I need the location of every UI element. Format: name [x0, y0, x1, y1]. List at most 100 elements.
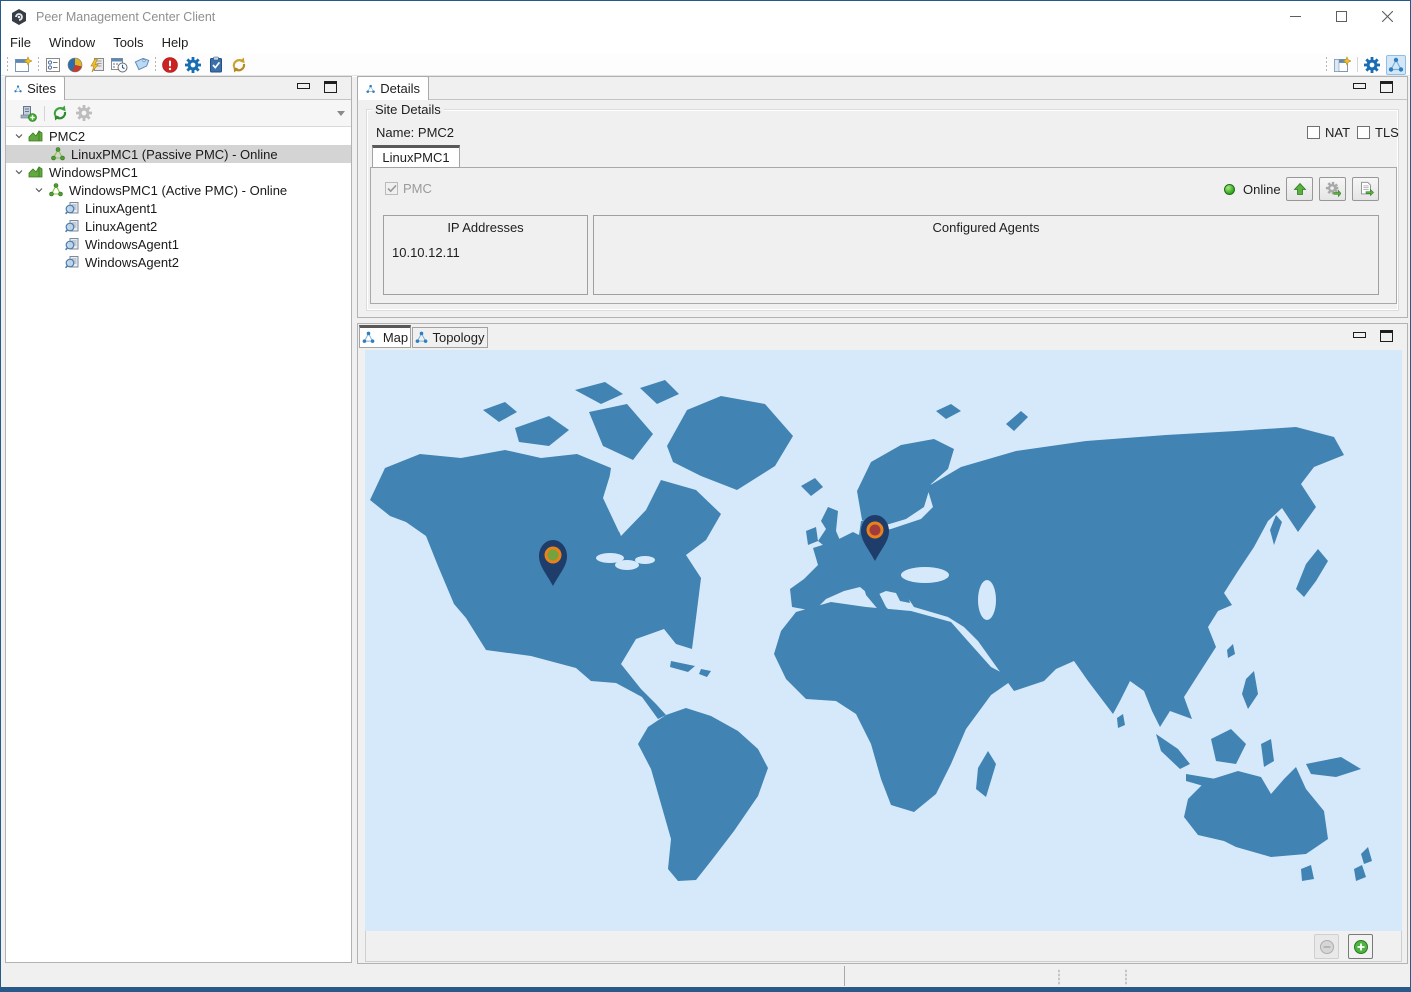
refresh-button[interactable] [50, 103, 70, 123]
maximize-button[interactable] [1318, 1, 1364, 32]
perspective-gear-button[interactable] [1362, 55, 1382, 75]
site-details-group-title: Site Details [372, 102, 444, 117]
tab-topology[interactable]: Topology [412, 327, 488, 348]
edit-configuration-button[interactable] [1319, 177, 1346, 201]
toolbar-grip [154, 56, 157, 73]
schedule-button[interactable] [109, 55, 129, 75]
tls-checkbox[interactable]: TLS [1357, 125, 1399, 140]
menu-help[interactable]: Help [153, 33, 198, 52]
tab-linuxpmc1[interactable]: LinuxPMC1 [372, 145, 460, 168]
new-window-button[interactable] [13, 55, 33, 75]
tree-row-windowsagent2[interactable]: WindowsAgent2 [6, 253, 351, 271]
add-site-icon [20, 106, 37, 122]
menu-window[interactable]: Window [40, 33, 104, 52]
tab-sites[interactable]: Sites [5, 76, 65, 100]
zoom-in-icon [1353, 939, 1368, 954]
ip-addresses-box[interactable]: IP Addresses 10.10.12.11 [383, 215, 588, 295]
nat-checkbox[interactable]: NAT [1307, 125, 1350, 140]
sites-minimize-icon[interactable] [297, 83, 310, 89]
tab-details[interactable]: Details [357, 76, 429, 100]
map-footer [365, 931, 1402, 962]
tag-button[interactable] [131, 55, 151, 75]
zoom-out-button[interactable] [1314, 934, 1339, 959]
pmc-checkbox[interactable]: PMC [385, 181, 432, 196]
menu-file[interactable]: File [1, 33, 40, 52]
sync-button[interactable] [229, 55, 249, 75]
tree-label: LinuxAgent1 [85, 200, 158, 216]
menubar: File Window Tools Help [1, 32, 1410, 53]
tree-label: LinuxAgent2 [85, 218, 158, 234]
pmc-checkbox-label: PMC [403, 181, 432, 196]
open-perspective-icon [1334, 56, 1351, 72]
view-list-button[interactable] [43, 55, 63, 75]
tab-topology-label: Topology [432, 330, 485, 345]
toolbar-separator [44, 106, 45, 121]
gear-disabled-icon [76, 105, 92, 121]
details-minimize-icon[interactable] [1353, 83, 1366, 89]
tree-row-linuxpmc1[interactable]: LinuxPMC1 (Passive PMC) - Online [6, 145, 351, 163]
expander-icon[interactable] [14, 167, 24, 177]
map-maximize-icon[interactable] [1380, 330, 1393, 342]
tab-map-label: Map [382, 330, 409, 345]
clipboard-check-icon [210, 56, 222, 73]
ip-addresses-header: IP Addresses [447, 220, 524, 235]
map-minimize-icon[interactable] [1353, 332, 1366, 338]
view-menu-button[interactable] [331, 103, 351, 123]
toolbar-separator [1357, 57, 1358, 72]
site-icon [28, 130, 43, 142]
minimize-button[interactable] [1272, 1, 1318, 32]
status-divider [844, 966, 845, 986]
ip-address-value: 10.10.12.11 [392, 245, 460, 260]
tab-details-label: Details [380, 81, 420, 96]
sites-maximize-icon[interactable] [324, 81, 337, 93]
tls-checkbox-label: TLS [1375, 125, 1399, 140]
gear-icon [1364, 57, 1380, 73]
tag-icon [134, 57, 150, 71]
network-triangle-icon [362, 331, 375, 343]
expander-icon[interactable] [14, 131, 24, 141]
export-log-button[interactable] [1352, 177, 1379, 201]
main-toolbar [1, 53, 1410, 76]
toolbar-grip [6, 56, 9, 73]
details-maximize-icon[interactable] [1380, 81, 1393, 93]
status-bar [1, 964, 1410, 989]
expander-icon[interactable] [34, 185, 44, 195]
titlebar: Peer Management Center Client [1, 1, 1410, 32]
minimize-icon [1289, 16, 1301, 17]
tree-row-linuxagent2[interactable]: LinuxAgent2 [6, 217, 351, 235]
zoom-in-button[interactable] [1348, 934, 1373, 959]
view-list-icon [46, 58, 60, 72]
tree-row-windowsagent1[interactable]: WindowsAgent1 [6, 235, 351, 253]
status-grip [1058, 969, 1060, 985]
preferences-gear-button[interactable] [183, 55, 203, 75]
site-settings-button[interactable] [74, 103, 94, 123]
menu-tools[interactable]: Tools [104, 33, 152, 52]
nat-checkbox-box[interactable] [1307, 126, 1320, 139]
pmc-perspective-button[interactable] [1386, 55, 1406, 75]
tls-checkbox-box[interactable] [1357, 126, 1370, 139]
analytics-pie-button[interactable] [65, 55, 85, 75]
open-perspective-button[interactable] [1332, 55, 1352, 75]
app-window: Peer Management Center Client File Windo… [0, 0, 1411, 992]
window-bottom-border [1, 987, 1410, 991]
tree-label: WindowsAgent1 [85, 236, 179, 252]
details-view: Details Site Details Name: PMC2 NAT TLS … [357, 76, 1408, 318]
configured-agents-box[interactable]: Configured Agents [593, 215, 1379, 295]
world-map-svg [365, 350, 1402, 931]
details-tabbar: Details [357, 76, 1407, 100]
tasks-clipboard-button[interactable] [206, 55, 226, 75]
close-button[interactable] [1364, 1, 1410, 32]
tree-row-pmc2[interactable]: PMC2 [6, 127, 351, 145]
gear-icon [185, 57, 201, 73]
start-pmc-button[interactable] [1286, 177, 1313, 201]
world-map[interactable] [365, 350, 1402, 931]
tab-map[interactable]: Map [359, 325, 411, 348]
tree-row-windowspmc1[interactable]: WindowsPMC1 [6, 163, 351, 181]
power-job-button[interactable] [87, 55, 107, 75]
alerts-button[interactable] [160, 55, 180, 75]
agent-icon [65, 220, 79, 233]
tree-label: LinuxPMC1 (Passive PMC) - Online [71, 146, 278, 162]
add-site-button[interactable] [18, 103, 38, 123]
tree-row-linuxagent1[interactable]: LinuxAgent1 [6, 199, 351, 217]
tree-row-windowspmc1-active[interactable]: WindowsPMC1 (Active PMC) - Online [6, 181, 351, 199]
